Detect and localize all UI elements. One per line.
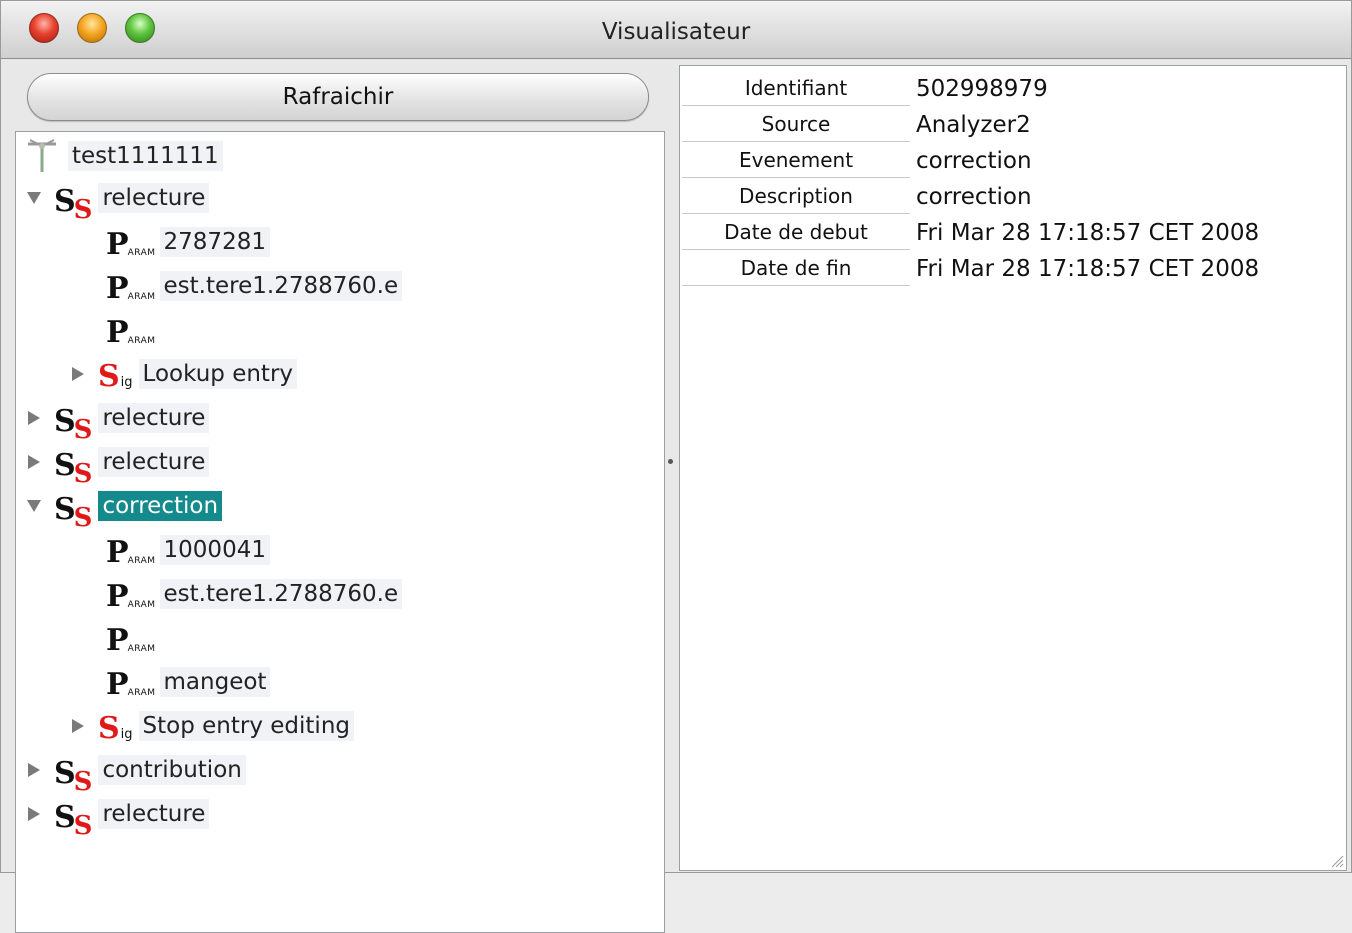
tree-node-label: test1111111 [68, 141, 223, 171]
property-value: correction [916, 184, 1032, 210]
property-key: Description [682, 178, 910, 214]
property-value: Fri Mar 28 17:18:57 CET 2008 [916, 256, 1260, 282]
sig-signal-icon: Sig [98, 711, 133, 746]
triangle-right-icon[interactable] [24, 760, 44, 780]
triangle-right-icon[interactable] [68, 364, 88, 384]
tree-node-label: relecture [98, 403, 210, 433]
visualisateur-window: Visualisateur Rafraichir test1111111 SS [0, 0, 1352, 933]
title-bar[interactable]: Visualisateur [1, 1, 1351, 59]
properties-table[interactable]: Identifiant 502998979 Source Analyzer2 E… [679, 65, 1347, 871]
window-title: Visualisateur [601, 19, 751, 45]
tree-node-relecture[interactable]: SS relecture [24, 794, 210, 841]
property-key: Evenement [682, 142, 910, 178]
tree-node-relecture[interactable]: SS relecture [24, 178, 210, 225]
ss-state-icon: SS [54, 800, 93, 841]
ss-state-icon: SS [54, 448, 93, 489]
tree-node-label: Lookup entry [138, 359, 298, 389]
refresh-button[interactable]: Rafraichir [27, 73, 649, 121]
tree-node-label: Stop entry editing [138, 711, 354, 741]
property-value: 502998979 [916, 76, 1048, 102]
property-row[interactable]: Date de debut Fri Mar 28 17:18:57 CET 20… [680, 214, 1346, 250]
property-key: Date de fin [682, 250, 910, 286]
property-value: Analyzer2 [916, 112, 1031, 138]
param-icon: P ARAM [106, 667, 156, 702]
property-value: correction [916, 148, 1032, 174]
divider-grip-icon [668, 459, 673, 464]
ss-state-icon: SS [54, 756, 93, 797]
triangle-right-icon[interactable] [24, 452, 44, 472]
ss-state-icon: SS [54, 404, 93, 445]
triangle-right-icon[interactable] [68, 716, 88, 736]
property-row[interactable]: Date de fin Fri Mar 28 17:18:57 CET 2008 [680, 250, 1346, 286]
tree-node-param[interactable]: P ARAM est.tere1.2788760.e [106, 266, 403, 306]
tree-node-param[interactable]: P ARAM est.tere1.2788760.e [106, 574, 403, 614]
sig-signal-icon: Sig [98, 359, 133, 394]
ss-state-icon: SS [54, 184, 93, 225]
tree-node-param[interactable]: P ARAM [106, 310, 160, 350]
tree-node-label: 2787281 [159, 227, 270, 257]
tree-node-label: contribution [98, 755, 246, 785]
tree-node-label: 1000041 [159, 535, 270, 565]
antenna-root-icon [28, 139, 56, 172]
tree-node-param[interactable]: P ARAM 2787281 [106, 222, 270, 262]
property-value: Fri Mar 28 17:18:57 CET 2008 [916, 220, 1260, 246]
ss-state-icon: SS [54, 492, 93, 533]
tree-node-label-selected: correction [98, 491, 223, 521]
param-icon: P ARAM [106, 579, 156, 614]
tree-node-param[interactable]: P ARAM [106, 618, 160, 658]
param-icon: P ARAM [106, 227, 156, 262]
param-icon: P ARAM [106, 271, 156, 306]
tree-node-param[interactable]: P ARAM mangeot [106, 662, 271, 702]
tree-node-label: relecture [98, 447, 210, 477]
triangle-right-icon[interactable] [24, 804, 44, 824]
tree-node-signal[interactable]: Sig Lookup entry [68, 354, 298, 394]
param-icon: P ARAM [106, 535, 156, 570]
tree-node-contribution[interactable]: SS contribution [24, 750, 246, 797]
property-row[interactable]: Source Analyzer2 [680, 106, 1346, 142]
triangle-right-icon[interactable] [24, 408, 44, 428]
tree-node-label: relecture [98, 183, 210, 213]
tree-node-correction[interactable]: SS correction [24, 486, 223, 533]
property-row[interactable]: Identifiant 502998979 [680, 70, 1346, 106]
tree-root[interactable]: test1111111 [22, 136, 223, 176]
triangle-down-icon[interactable] [24, 188, 44, 208]
tree-node-signal[interactable]: Sig Stop entry editing [68, 706, 354, 746]
property-key: Source [682, 106, 910, 142]
tree-node-param[interactable]: P ARAM 1000041 [106, 530, 270, 570]
tree-node-label: relecture [98, 799, 210, 829]
property-key: Identifiant [682, 70, 910, 106]
property-row[interactable]: Description correction [680, 178, 1346, 214]
tree-node-label: mangeot [159, 667, 271, 697]
property-row[interactable]: Evenement correction [680, 142, 1346, 178]
property-key: Date de debut [682, 214, 910, 250]
resize-grip-icon[interactable] [1328, 852, 1344, 868]
event-tree[interactable]: test1111111 SS relecture P ARAM 2787281 P… [15, 131, 665, 933]
left-pane: Rafraichir test1111111 SS relecture P AR… [9, 61, 665, 933]
tree-node-relecture[interactable]: SS relecture [24, 442, 210, 489]
triangle-down-icon[interactable] [24, 496, 44, 516]
tree-node-label: est.tere1.2788760.e [159, 271, 403, 301]
tree-node-label: est.tere1.2788760.e [159, 579, 403, 609]
param-icon: P ARAM [106, 623, 156, 658]
param-icon: P ARAM [106, 315, 156, 350]
split-pane-divider[interactable] [664, 61, 678, 874]
tree-node-relecture[interactable]: SS relecture [24, 398, 210, 445]
